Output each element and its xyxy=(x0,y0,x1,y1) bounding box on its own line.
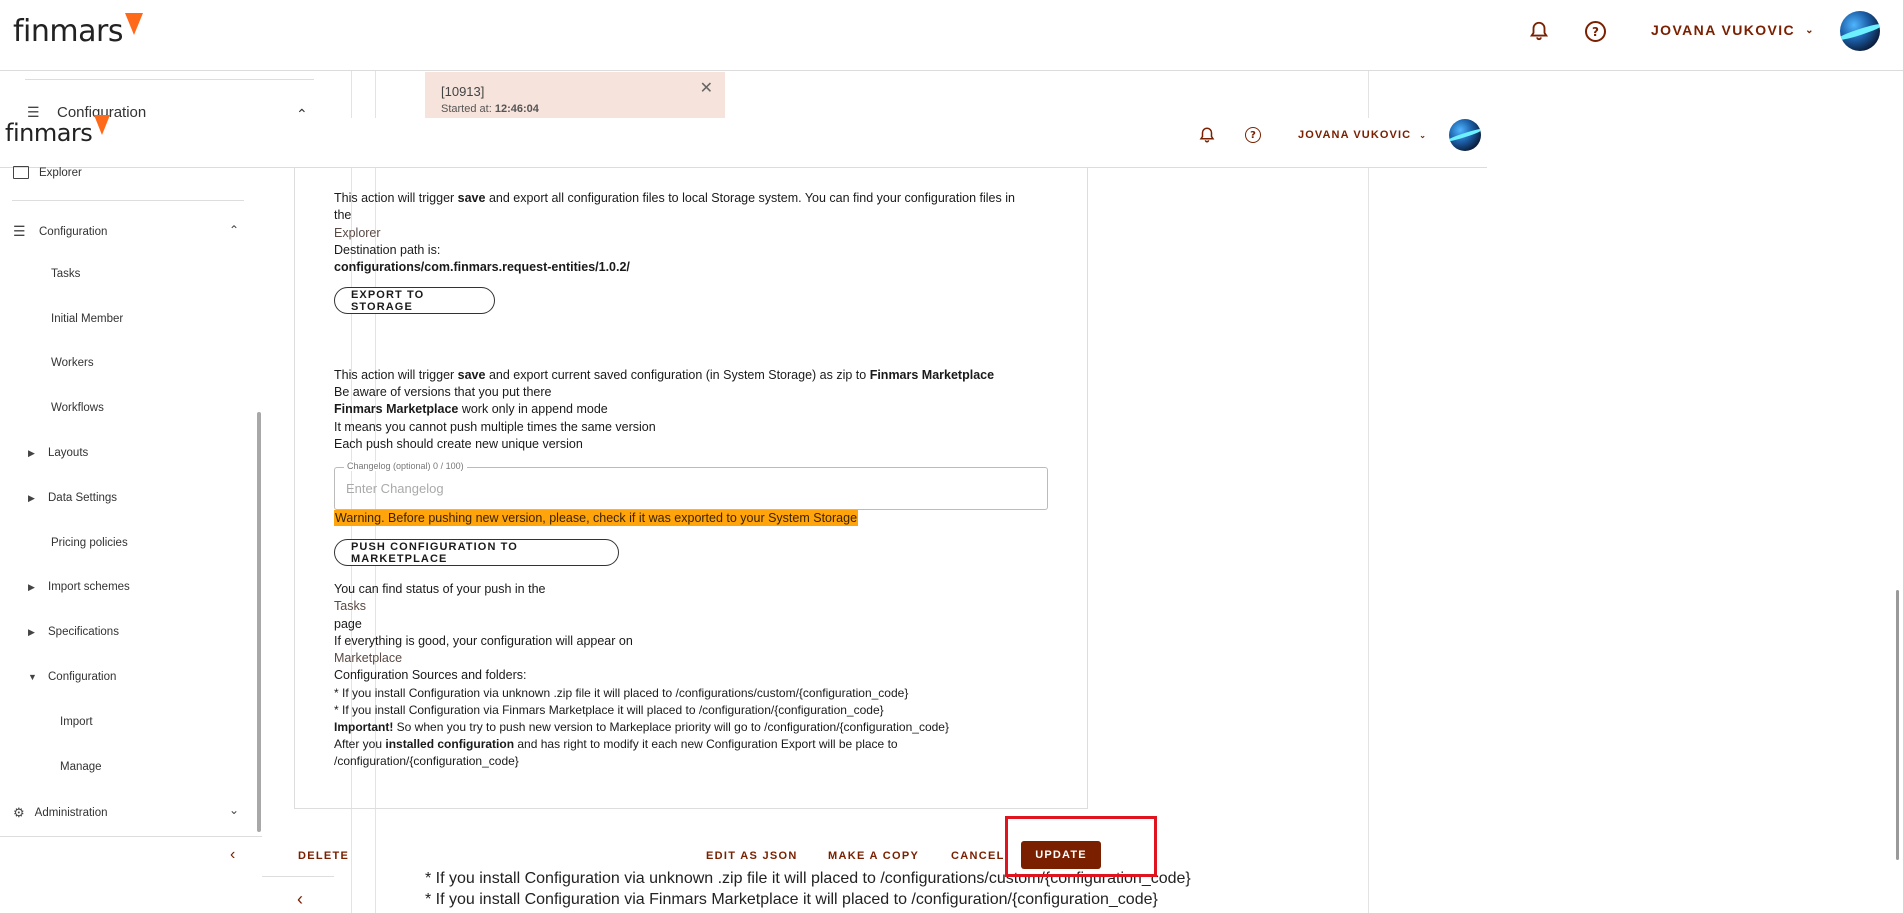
status-line: You can find status of your push in the xyxy=(334,582,546,596)
good-line: If everything is good, your configuratio… xyxy=(334,634,633,648)
sidebar-item-administration[interactable]: ⚙ Administration xyxy=(13,805,108,821)
caret-right-icon: ▶ xyxy=(28,492,35,503)
chevron-down-icon: ⌄ xyxy=(1419,130,1428,140)
chevron-down-icon: ⌄ xyxy=(1805,24,1815,36)
collapse-sidebar-icon[interactable]: ‹ xyxy=(230,846,235,864)
outer-logo[interactable]: finmars xyxy=(13,13,143,49)
sidebar-item-initial-member[interactable]: Initial Member xyxy=(51,313,123,325)
caret-right-icon: ▶ xyxy=(28,581,35,592)
close-icon[interactable]: ✕ xyxy=(700,78,713,98)
page-word: page xyxy=(334,617,362,631)
sidebar-item-import[interactable]: Import xyxy=(60,716,93,728)
make-a-copy-button[interactable]: MAKE A COPY xyxy=(828,850,919,862)
after-install-note: After you installed configuration and ha… xyxy=(334,737,898,751)
sliders-icon: ☰ xyxy=(13,223,26,239)
logo-mark-icon xyxy=(94,115,111,135)
export-description: This action will trigger save and export… xyxy=(334,191,1015,205)
outer-header xyxy=(0,0,1903,71)
sidebar-item-tasks[interactable]: Tasks xyxy=(51,268,80,280)
outer-sidebar-divider xyxy=(25,79,314,80)
destination-path: configurations/com.finmars.request-entit… xyxy=(334,260,630,274)
sources-title: Configuration Sources and folders: xyxy=(334,668,527,682)
user-menu[interactable]: JOVANA VUKOVIC ⌄ xyxy=(1298,129,1427,141)
destination-label: Destination path is: xyxy=(334,243,441,257)
outer-scrollbar[interactable] xyxy=(1896,590,1899,860)
sidebar-item-manage[interactable]: Manage xyxy=(60,761,102,773)
chevron-down-icon[interactable]: ⌄ xyxy=(229,803,239,817)
shield-gear-icon: ⚙ xyxy=(13,805,25,820)
avatar[interactable] xyxy=(1449,119,1481,151)
outer-main-border-right xyxy=(1368,71,1369,913)
caret-right-icon: ▶ xyxy=(28,626,35,637)
chevron-up-icon[interactable]: ⌃ xyxy=(229,223,239,237)
important-note: Important! So when you try to push new v… xyxy=(334,720,949,734)
sidebar-item-configuration-sub[interactable]: ▼ Configuration xyxy=(28,671,116,683)
caret-down-icon: ▼ xyxy=(28,672,37,682)
source-line-1: * If you install Configuration via unkno… xyxy=(334,686,909,700)
changelog-label: Changelog (optional) 0 / 100) xyxy=(344,461,467,471)
help-icon[interactable]: ? xyxy=(1585,21,1606,42)
sidebar-scrollbar[interactable] xyxy=(257,412,261,832)
cancel-button[interactable]: CANCEL xyxy=(951,850,1005,862)
export-description-cont: the xyxy=(334,208,352,222)
push-to-marketplace-button[interactable]: PUSH CONFIGURATION TO MARKETPLACE xyxy=(334,539,619,566)
sidebar-divider xyxy=(12,200,244,201)
outer-avatar[interactable] xyxy=(1840,11,1880,51)
notifications-bell-icon[interactable] xyxy=(1198,126,1216,144)
export-to-storage-button[interactable]: EXPORT TO STORAGE xyxy=(334,287,495,314)
sidebar-item-configuration[interactable]: ☰ Configuration xyxy=(13,223,107,240)
push-unique-note: Each push should create new unique versi… xyxy=(334,437,583,451)
folder-icon xyxy=(13,166,29,179)
sidebar-item-workflows[interactable]: Workflows xyxy=(51,402,104,414)
sidebar-item-data-settings[interactable]: ▶ Data Settings xyxy=(28,492,117,504)
notifications-bell-icon[interactable] xyxy=(1528,20,1550,42)
sidebar-bottom-divider xyxy=(0,836,262,837)
tasks-link[interactable]: Tasks xyxy=(334,599,366,613)
sidebar-item-layouts[interactable]: ▶ Layouts xyxy=(28,447,88,459)
logo-mark-icon xyxy=(124,13,143,35)
highlight-box xyxy=(1005,816,1157,877)
push-warning: Warning. Before pushing new version, ple… xyxy=(334,510,859,526)
header xyxy=(0,118,1487,168)
outer-user-menu[interactable]: JOVANA VUKOVIC ⌄ xyxy=(1651,22,1815,38)
collapse-sidebar-icon[interactable]: ‹ xyxy=(297,889,303,910)
caret-right-icon: ▶ xyxy=(28,447,35,458)
sidebar-item-workers[interactable]: Workers xyxy=(51,357,94,369)
logo[interactable]: finmars xyxy=(5,115,111,147)
explorer-link[interactable]: Explorer xyxy=(334,226,381,240)
changelog-input[interactable] xyxy=(346,481,1036,496)
sidebar-item-specifications[interactable]: ▶ Specifications xyxy=(28,626,119,638)
push-versions-note: Be aware of versions that you put there xyxy=(334,385,552,399)
after-install-path: /configuration/{configuration_code} xyxy=(334,754,519,768)
sidebar-item-explorer[interactable]: Explorer xyxy=(13,166,82,179)
sidebar-item-import-schemes[interactable]: ▶ Import schemes xyxy=(28,581,130,593)
push-description: This action will trigger save and export… xyxy=(334,368,995,382)
edit-as-json-button[interactable]: EDIT AS JSON xyxy=(706,850,798,862)
help-icon[interactable]: ? xyxy=(1245,127,1261,143)
push-multiple-note: It means you cannot push multiple times … xyxy=(334,420,656,434)
push-append-note: Finmars Marketplace work only in append … xyxy=(334,402,608,416)
delete-button[interactable]: DELETE xyxy=(298,850,349,862)
outer-source-line-2: * If you install Configuration via Finma… xyxy=(425,891,1158,908)
source-line-2: * If you install Configuration via Finma… xyxy=(334,703,884,717)
sidebar-item-pricing-policies[interactable]: Pricing policies xyxy=(51,537,128,549)
marketplace-link[interactable]: Marketplace xyxy=(334,651,402,665)
sidebar xyxy=(0,168,262,913)
task-toast[interactable]: [10913] Started at: 12:46:04 ✕ xyxy=(425,72,725,118)
